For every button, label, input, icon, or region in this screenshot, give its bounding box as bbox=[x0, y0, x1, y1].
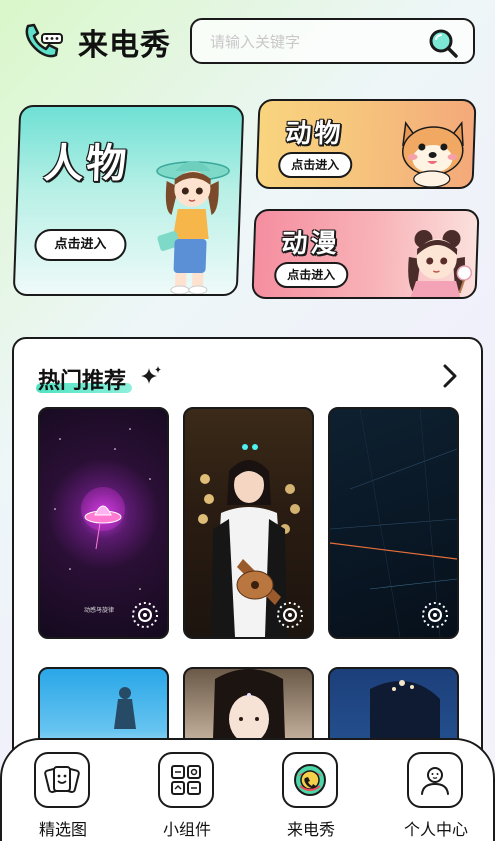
category-title: 动漫 bbox=[280, 229, 340, 259]
nav-item-profile[interactable]: 个人中心 bbox=[391, 752, 481, 841]
enter-button[interactable]: 点击进入 bbox=[33, 229, 128, 261]
widgets-icon bbox=[171, 765, 201, 795]
profile-icon bbox=[421, 767, 449, 795]
search-input[interactable] bbox=[210, 30, 420, 54]
anime-girl-illustration bbox=[408, 230, 473, 299]
nav-icon-box bbox=[407, 752, 463, 808]
nav-label: 精选图 bbox=[38, 820, 87, 839]
wallpaper-thumb[interactable]: 动感与旋律 bbox=[38, 407, 169, 639]
search-icon[interactable] bbox=[427, 27, 459, 59]
category-card-anime[interactable]: 动漫 点击进入 bbox=[251, 209, 480, 299]
category-title: 人物 bbox=[42, 141, 131, 187]
set-wallpaper-icon[interactable] bbox=[276, 601, 304, 629]
nav-item-call-show[interactable]: 来电秀 bbox=[266, 752, 356, 841]
nav-icon-box bbox=[34, 752, 90, 808]
girl-illustration bbox=[156, 161, 230, 295]
dog-illustration bbox=[401, 120, 464, 187]
wallpaper-watermark: 动感与旋律 bbox=[84, 607, 115, 614]
nav-label: 小组件 bbox=[162, 820, 211, 839]
header: 来电秀 bbox=[0, 0, 495, 90]
enter-button[interactable]: 点击进入 bbox=[277, 152, 353, 178]
wallpaper-thumb[interactable] bbox=[183, 407, 314, 639]
nav-icon-box bbox=[158, 752, 214, 808]
enter-button[interactable]: 点击进入 bbox=[273, 262, 349, 288]
nav-item-featured[interactable]: 精选图 bbox=[18, 752, 108, 841]
app-title: 来电秀 bbox=[78, 28, 171, 63]
set-wallpaper-icon[interactable] bbox=[131, 601, 159, 629]
phone-call-icon bbox=[25, 23, 63, 58]
sparkle-icon bbox=[141, 366, 161, 384]
set-wallpaper-icon[interactable] bbox=[421, 601, 449, 629]
photo-cards-icon bbox=[44, 766, 80, 793]
wallpaper-thumb[interactable] bbox=[328, 407, 459, 639]
nav-label: 来电秀 bbox=[286, 820, 335, 839]
nav-icon-box bbox=[282, 752, 338, 808]
call-show-icon bbox=[294, 764, 326, 796]
bottom-navigation: 精选图 小组件 来电秀 个人中心 bbox=[0, 738, 495, 841]
more-arrow-icon[interactable] bbox=[438, 363, 462, 389]
recommend-title: 热门推荐 bbox=[38, 369, 127, 394]
category-card-animal[interactable]: 动物 点击进入 bbox=[255, 99, 477, 189]
nav-label: 个人中心 bbox=[403, 820, 468, 839]
category-card-person[interactable]: 人物 点击进入 bbox=[12, 105, 245, 296]
category-title: 动物 bbox=[284, 119, 344, 149]
nav-item-widgets[interactable]: 小组件 bbox=[142, 752, 232, 841]
search-box[interactable] bbox=[190, 18, 475, 64]
